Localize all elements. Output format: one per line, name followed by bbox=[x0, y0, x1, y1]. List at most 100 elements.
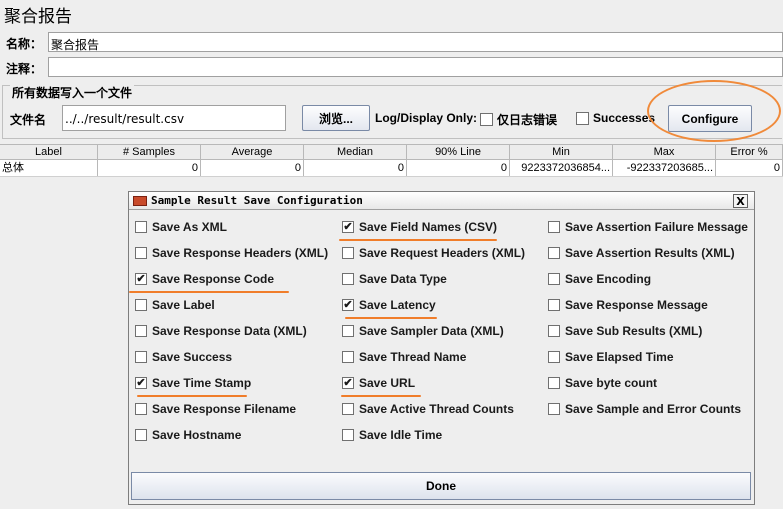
checkbox[interactable] bbox=[548, 351, 560, 363]
checkbox[interactable] bbox=[548, 325, 560, 337]
option-save-url[interactable]: ✔ Save URL bbox=[342, 376, 415, 390]
java-cup-icon bbox=[133, 195, 147, 206]
successes-checkbox[interactable] bbox=[576, 111, 589, 125]
checkbox[interactable] bbox=[548, 273, 560, 285]
option-save-idle-time[interactable]: Save Idle Time bbox=[342, 428, 442, 442]
table-header: Label # Samples Average Median 90% Line Min Ma… bbox=[0, 144, 783, 160]
column-header[interactable]: Median bbox=[304, 145, 407, 159]
checkbox[interactable] bbox=[342, 429, 354, 441]
option-save-sample-and-error-counts[interactable]: Save Sample and Error Counts bbox=[548, 402, 741, 416]
save-config-dialog: Sample Result Save Configuration X Save … bbox=[128, 191, 755, 505]
table-cell: 0 bbox=[201, 160, 304, 176]
column-header[interactable]: Min bbox=[510, 145, 613, 159]
option-save-assertion-failure-message[interactable]: Save Assertion Failure Message bbox=[548, 220, 748, 234]
checkbox[interactable] bbox=[135, 299, 147, 311]
option-label: Save Thread Name bbox=[359, 350, 467, 364]
table-cell: 0 bbox=[98, 160, 201, 176]
checkbox[interactable] bbox=[342, 351, 354, 363]
option-label: Save Latency bbox=[359, 298, 436, 312]
column-header[interactable]: # Samples bbox=[98, 145, 201, 159]
checkbox[interactable] bbox=[548, 403, 560, 415]
option-save-elapsed-time[interactable]: Save Elapsed Time bbox=[548, 350, 674, 364]
successes-option[interactable]: Successes bbox=[576, 111, 655, 125]
option-label: Save Sample and Error Counts bbox=[565, 402, 742, 416]
checkbox[interactable] bbox=[548, 377, 560, 389]
errors-only-option[interactable]: 仅日志错误 bbox=[480, 111, 557, 128]
checkbox[interactable] bbox=[135, 351, 147, 363]
option-label: Save As XML bbox=[152, 220, 227, 234]
option-label: Save Assertion Failure Message bbox=[565, 220, 748, 234]
close-button[interactable]: X bbox=[733, 194, 748, 208]
option-save-response-message[interactable]: Save Response Message bbox=[548, 298, 708, 312]
option-save-response-filename[interactable]: Save Response Filename bbox=[135, 402, 296, 416]
checkbox[interactable] bbox=[342, 403, 354, 415]
annotation-underline bbox=[137, 395, 247, 397]
option-save-byte-count[interactable]: Save byte count bbox=[548, 376, 657, 390]
checkbox[interactable] bbox=[548, 221, 560, 233]
option-label: Save Label bbox=[152, 298, 215, 312]
checkbox-checked-icon[interactable]: ✔ bbox=[342, 221, 354, 233]
option-save-response-headers-xml[interactable]: Save Response Headers (XML) bbox=[135, 246, 328, 260]
checkbox-checked-icon[interactable]: ✔ bbox=[135, 377, 147, 389]
option-label: Save Elapsed Time bbox=[565, 350, 674, 364]
page-title: 聚合报告 bbox=[4, 7, 72, 27]
dialog-title: Sample Result Save Configuration bbox=[151, 194, 363, 207]
option-save-assertion-results-xml[interactable]: Save Assertion Results (XML) bbox=[548, 246, 735, 260]
checkbox[interactable] bbox=[135, 247, 147, 259]
option-save-success[interactable]: Save Success bbox=[135, 350, 232, 364]
checkbox[interactable] bbox=[342, 247, 354, 259]
checkbox-checked-icon[interactable]: ✔ bbox=[342, 377, 354, 389]
option-save-response-code[interactable]: ✔ Save Response Code bbox=[135, 272, 274, 286]
option-save-field-names-csv[interactable]: ✔ Save Field Names (CSV) bbox=[342, 220, 497, 234]
option-label: Save Sampler Data (XML) bbox=[359, 324, 504, 338]
option-save-as-xml[interactable]: Save As XML bbox=[135, 220, 227, 234]
option-save-time-stamp[interactable]: ✔ Save Time Stamp bbox=[135, 376, 251, 390]
column-header[interactable]: Max bbox=[613, 145, 716, 159]
option-save-label[interactable]: Save Label bbox=[135, 298, 215, 312]
file-section-legend: 所有数据写入一个文件 bbox=[10, 84, 135, 101]
column-header[interactable]: Error % bbox=[716, 145, 783, 159]
option-label: Save Request Headers (XML) bbox=[359, 246, 526, 260]
checkbox[interactable] bbox=[548, 247, 560, 259]
option-save-active-thread-counts[interactable]: Save Active Thread Counts bbox=[342, 402, 514, 416]
annotation-underline bbox=[129, 291, 289, 293]
successes-label: Successes bbox=[593, 111, 656, 125]
column-header[interactable]: Label bbox=[0, 145, 98, 159]
table-cell: 0 bbox=[407, 160, 510, 176]
option-save-response-data-xml[interactable]: Save Response Data (XML) bbox=[135, 324, 307, 338]
option-save-encoding[interactable]: Save Encoding bbox=[548, 272, 651, 286]
annotation-underline bbox=[341, 395, 421, 397]
option-label: Save Data Type bbox=[359, 272, 447, 286]
column-header[interactable]: Average bbox=[201, 145, 304, 159]
checkbox[interactable] bbox=[342, 273, 354, 285]
dialog-title-bar[interactable]: Sample Result Save Configuration bbox=[129, 192, 754, 210]
checkbox[interactable] bbox=[135, 403, 147, 415]
table-row[interactable]: 总体 0 0 0 0 9223372036854... -922337203685... 0 bbox=[0, 160, 783, 177]
name-input[interactable]: 聚合报告 bbox=[48, 32, 783, 52]
checkbox[interactable] bbox=[135, 325, 147, 337]
option-save-request-headers-xml[interactable]: Save Request Headers (XML) bbox=[342, 246, 525, 260]
option-save-thread-name[interactable]: Save Thread Name bbox=[342, 350, 466, 364]
checkbox-checked-icon[interactable]: ✔ bbox=[135, 273, 147, 285]
column-header[interactable]: 90% Line bbox=[407, 145, 510, 159]
browse-button[interactable]: 浏览... bbox=[302, 105, 370, 131]
option-save-hostname[interactable]: Save Hostname bbox=[135, 428, 241, 442]
errors-only-checkbox[interactable] bbox=[480, 113, 493, 126]
filename-input[interactable]: ../../result/result.csv bbox=[62, 105, 286, 131]
filename-label: 文件名 bbox=[10, 113, 47, 127]
checkbox-checked-icon[interactable]: ✔ bbox=[342, 299, 354, 311]
log-display-label: Log/Display Only: bbox=[375, 111, 477, 125]
option-save-latency[interactable]: ✔ Save Latency bbox=[342, 298, 436, 312]
checkbox[interactable] bbox=[342, 325, 354, 337]
checkbox[interactable] bbox=[135, 429, 147, 441]
table-cell: 9223372036854... bbox=[510, 160, 613, 176]
option-save-sampler-data-xml[interactable]: Save Sampler Data (XML) bbox=[342, 324, 504, 338]
option-save-sub-results-xml[interactable]: Save Sub Results (XML) bbox=[548, 324, 702, 338]
option-label: Save Response Data (XML) bbox=[152, 324, 307, 338]
option-label: Save Response Code bbox=[152, 272, 275, 286]
comment-input[interactable] bbox=[48, 57, 783, 77]
option-save-data-type[interactable]: Save Data Type bbox=[342, 272, 447, 286]
checkbox[interactable] bbox=[135, 221, 147, 233]
done-button[interactable]: Done bbox=[131, 472, 751, 500]
checkbox[interactable] bbox=[548, 299, 560, 311]
